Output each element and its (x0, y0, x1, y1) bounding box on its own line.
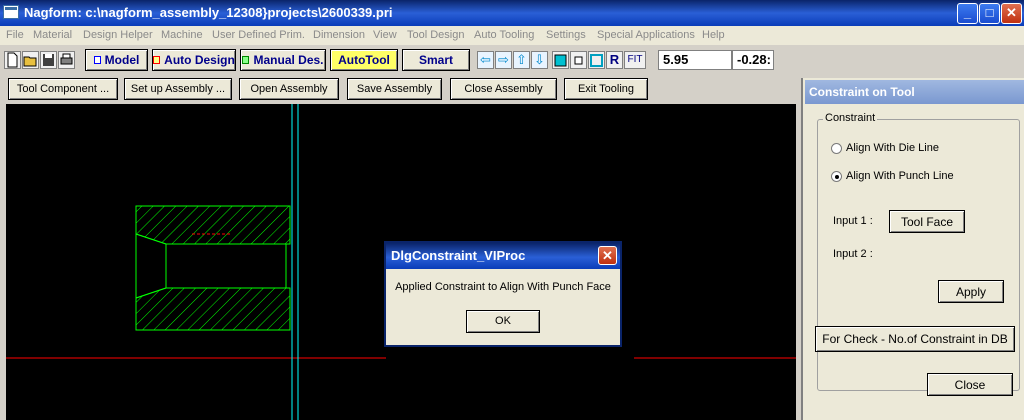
redraw-button[interactable]: R (606, 51, 623, 69)
arrow-right-icon[interactable]: ⇨ (495, 51, 512, 69)
input1-label: Input 1 : (833, 215, 873, 227)
radio-punch-icon (831, 170, 842, 182)
autotool-button[interactable]: AutoTool (330, 49, 398, 71)
fit-button[interactable]: FIT (624, 51, 646, 69)
model-label: Model (104, 53, 140, 67)
minimize-button[interactable]: _ (957, 3, 978, 24)
dialog-title: DlgConstraint_VIProc (386, 243, 620, 269)
auto-design-icon (153, 56, 161, 64)
menu-bar: File Material Design Helper Machine User… (0, 26, 1024, 45)
open-assembly-button[interactable]: Open Assembly (239, 78, 339, 100)
menu-tool-design[interactable]: Tool Design (407, 29, 464, 41)
maximize-button[interactable]: □ (979, 3, 1000, 24)
arrow-left-icon[interactable]: ⇦ (477, 51, 494, 69)
zoom-out-icon[interactable] (570, 51, 587, 69)
title-bar: Nagform: c:\nagform_assembly_12308}proje… (0, 0, 1024, 26)
save-assembly-button[interactable]: Save Assembly (347, 78, 442, 100)
print-icon[interactable] (58, 51, 75, 69)
close-assembly-button[interactable]: Close Assembly (450, 78, 557, 100)
model-button[interactable]: Model (85, 49, 148, 71)
check-constraints-button[interactable]: For Check - No.of Constraint in DB (815, 326, 1015, 352)
menu-material[interactable]: Material (33, 29, 72, 41)
toolbar: Model Auto Design Manual Des. AutoTool S… (0, 46, 1024, 74)
app-icon (3, 5, 19, 19)
tool-component-button[interactable]: Tool Component ... (8, 78, 118, 100)
input2-label: Input 2 : (833, 248, 873, 260)
auto-design-label: Auto Design (164, 53, 235, 67)
zoom-window-icon[interactable] (588, 51, 605, 69)
constraint-panel: Constraint on Tool Constraint Align With… (801, 78, 1024, 420)
tool-face-button[interactable]: Tool Face (889, 210, 965, 233)
coord-x-field: 5.95 (658, 50, 732, 70)
arrow-down-icon[interactable]: ⇩ (531, 51, 548, 69)
exit-tooling-button[interactable]: Exit Tooling (564, 78, 648, 100)
model-icon (93, 56, 101, 64)
smart-button[interactable]: Smart (402, 49, 470, 71)
zoom-in-icon[interactable] (552, 51, 569, 69)
constraint-dialog: DlgConstraint_VIProc ✕ Applied Constrain… (384, 241, 622, 347)
menu-view[interactable]: View (373, 29, 397, 41)
auto-design-button[interactable]: Auto Design (152, 49, 236, 71)
menu-settings[interactable]: Settings (546, 29, 586, 41)
menu-design-helper[interactable]: Design Helper (83, 29, 153, 41)
open-folder-icon[interactable] (22, 51, 39, 69)
menu-special-applications[interactable]: Special Applications (597, 29, 695, 41)
part-bore (135, 233, 167, 299)
group-label: Constraint (823, 112, 878, 124)
save-icon[interactable] (40, 51, 57, 69)
dialog-close-button[interactable]: ✕ (598, 246, 617, 265)
radio-align-punch[interactable]: Align With Punch Line (831, 170, 954, 182)
panel-title: Constraint on Tool (805, 80, 1024, 104)
radio-die-label: Align With Die Line (846, 142, 939, 154)
menu-machine[interactable]: Machine (161, 29, 203, 41)
part-hatch-top (135, 205, 291, 245)
dialog-message: Applied Constraint to Align With Punch F… (395, 281, 611, 293)
manual-design-label: Manual Des. (253, 53, 324, 67)
setup-assembly-button[interactable]: Set up Assembly ... (124, 78, 232, 100)
menu-user-defined-prim[interactable]: User Defined Prim. (212, 29, 305, 41)
menu-auto-tooling[interactable]: Auto Tooling (474, 29, 534, 41)
close-window-button[interactable]: ✕ (1001, 3, 1022, 24)
arrow-up-icon[interactable]: ⇧ (513, 51, 530, 69)
radio-punch-label: Align With Punch Line (846, 170, 954, 182)
radio-die-icon (831, 142, 842, 154)
window-title: Nagform: c:\nagform_assembly_12308}proje… (24, 5, 393, 20)
part-hatch-bottom (135, 287, 291, 331)
menu-dimension[interactable]: Dimension (313, 29, 365, 41)
radio-align-die[interactable]: Align With Die Line (831, 142, 939, 154)
coord-y-field: -0.28: (732, 50, 774, 70)
new-file-icon[interactable] (4, 51, 21, 69)
command-row: Tool Component ... Set up Assembly ... O… (0, 76, 800, 102)
apply-button[interactable]: Apply (938, 280, 1004, 303)
menu-help[interactable]: Help (702, 29, 725, 41)
dialog-ok-button[interactable]: OK (466, 310, 540, 333)
close-panel-button[interactable]: Close (927, 373, 1013, 396)
menu-file[interactable]: File (6, 29, 24, 41)
manual-design-icon (242, 56, 250, 64)
manual-design-button[interactable]: Manual Des. (240, 49, 326, 71)
